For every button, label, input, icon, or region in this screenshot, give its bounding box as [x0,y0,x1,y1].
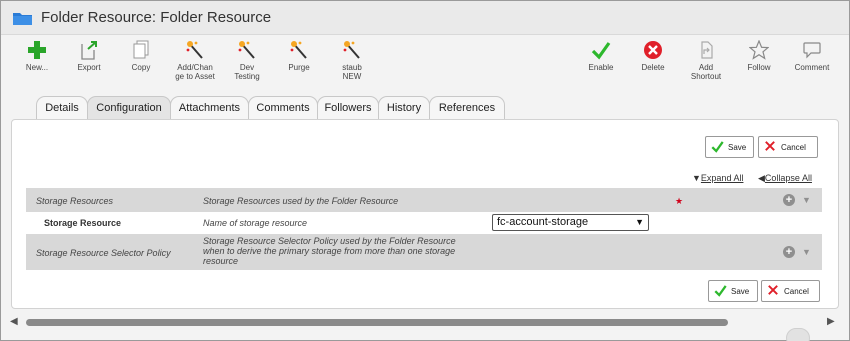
storage-resource-select[interactable]: fc-account-storage ▼ [492,214,649,231]
scrollbar-thumb[interactable] [26,319,728,326]
row-name: Storage Resource [44,218,122,228]
save-button-top[interactable]: Save [705,136,754,158]
new-button-label: New... [25,63,49,72]
comment-button[interactable]: Comment [784,40,840,72]
export-button-label: Export [77,63,101,72]
tab-configuration[interactable]: Configuration [87,96,171,119]
magic-wand-icon [238,41,255,59]
check-icon [711,141,724,153]
add-change-to-asset-button[interactable]: Add/Chan ge to Asset [167,40,223,81]
export-icon [81,41,97,60]
save-button-bottom[interactable]: Save [708,280,758,302]
save-label: Save [728,143,747,152]
folder-icon [13,13,32,25]
enable-button[interactable]: Enable [573,40,629,72]
tab-comments[interactable]: Comments [248,96,318,119]
horizontal-scrollbar[interactable]: ◀ ▶ [1,314,849,332]
cancel-button-bottom[interactable]: Cancel [761,280,820,302]
add-shortcut-label: Add Shortout [690,63,722,81]
row-description: Storage Resources used by the Folder Res… [203,196,399,206]
floating-button[interactable] [786,328,810,341]
add-change-to-asset-label: Add/Chan ge to Asset [175,63,215,81]
purge-label: Purge [288,63,310,72]
tab-details[interactable]: Details [36,96,88,119]
scroll-right-icon[interactable]: ▶ [827,316,835,327]
export-button[interactable]: Export [61,40,117,72]
check-icon [591,42,611,60]
selected-value: fc-account-storage [497,216,589,228]
configuration-grid: Storage Resources Storage Resources used… [26,188,822,270]
comment-icon [803,42,821,59]
new-button[interactable]: New... [9,40,65,72]
close-icon [765,141,775,151]
delete-label: Delete [641,63,665,72]
row-description: Storage Resource Selector Policy used by… [203,236,456,266]
plus-icon [28,41,46,59]
row-storage-resources: Storage Resources Storage Resources used… [26,188,822,212]
caret-down-icon[interactable]: ▼ [802,247,811,257]
copy-icon [133,40,149,59]
add-circle-icon[interactable]: + [783,246,795,258]
magic-wand-icon [290,41,307,59]
delete-button[interactable]: Delete [625,40,681,72]
add-shortcut-button[interactable]: Add Shortout [678,40,734,81]
staub-new-label: staub NEW [342,63,362,81]
scroll-left-icon[interactable]: ◀ [10,316,18,327]
purge-button[interactable]: Purge [271,40,327,72]
follow-label: Follow [747,63,771,72]
row-name: Storage Resources [36,196,114,206]
row-description: Name of storage resource [203,218,308,228]
tab-history[interactable]: History [378,96,430,119]
follow-button[interactable]: Follow [731,40,787,72]
close-icon [768,285,778,295]
save-label: Save [731,287,750,296]
row-selector-policy: Storage Resource Selector Policy Storage… [26,234,822,270]
dev-testing-label: Dev Testing [234,63,260,81]
chevron-down-icon: ▼ [635,217,644,227]
required-marker: ★ [675,196,684,206]
magic-wand-icon [186,41,203,59]
check-icon [714,285,727,297]
row-storage-resource: Storage Resource Name of storage resourc… [26,212,822,234]
add-circle-icon[interactable]: + [783,194,795,206]
magic-wand-icon [343,41,360,59]
staub-new-button[interactable]: staub NEW [324,40,380,81]
copy-button[interactable]: Copy [113,40,169,72]
cancel-label: Cancel [781,143,806,152]
dev-testing-button[interactable]: Dev Testing [219,40,275,81]
configuration-panel: Save Cancel ▼Expand All ◀Collapse All St… [11,119,839,309]
star-icon [749,40,769,60]
tab-references[interactable]: References [429,96,505,119]
copy-button-label: Copy [131,63,151,72]
enable-label: Enable [588,63,614,72]
tab-followers[interactable]: Followers [317,96,379,119]
cancel-button-top[interactable]: Cancel [758,136,818,158]
collapse-all-link[interactable]: ◀Collapse All [758,173,812,184]
expand-all-link[interactable]: ▼Expand All [692,173,743,183]
shortcut-icon [701,41,713,59]
caret-down-icon[interactable]: ▼ [802,195,811,205]
toolbar: New... Export Copy Add/Chan ge to Asset … [1,36,849,94]
title-bar: Folder Resource: Folder Resource [1,1,849,35]
expand-all-text: Expand All [700,173,744,183]
delete-icon [644,41,662,59]
row-name: Storage Resource Selector Policy [36,248,171,258]
comment-label: Comment [794,63,830,72]
collapse-all-text: Collapse All [764,173,812,183]
cancel-label: Cancel [784,287,809,296]
page-title: Folder Resource: Folder Resource [41,9,272,26]
tab-attachments[interactable]: Attachments [170,96,249,119]
